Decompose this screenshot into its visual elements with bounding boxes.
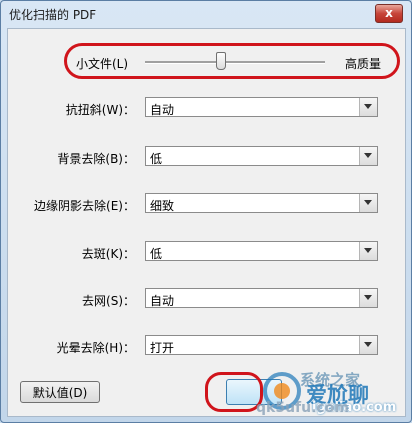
halo-removal-value: 打开 [150,341,175,355]
dropdown-arrow-icon[interactable] [359,147,377,165]
close-button[interactable]: x [375,4,403,23]
background-removal-select[interactable]: 低 [145,146,378,166]
halo-removal-row: 光晕去除(H)： 打开 [8,335,405,357]
background-removal-value: 低 [150,152,163,166]
slider-label-high-quality: 高质量 [345,57,382,71]
halo-removal-select[interactable]: 打开 [145,335,378,355]
deskew-label: 抗扭斜(W)： [65,103,135,117]
title-bar[interactable]: 优化扫描的 PDF x [1,1,411,27]
descreen-select[interactable]: 自动 [145,288,378,308]
descreen-row: 去网(S)： 自动 [8,288,405,310]
edge-shadow-removal-select[interactable]: 细致 [145,193,378,213]
edge-shadow-removal-value: 细致 [150,199,175,213]
dropdown-arrow-icon[interactable] [359,98,377,116]
watermark-bottom-text: qk5ufu.com [256,400,349,416]
background-removal-label: 背景去除(B)： [57,152,135,166]
deskew-value: 自动 [150,103,175,117]
edge-shadow-removal-label: 边缘阴影去除(E)： [34,199,135,213]
dropdown-arrow-icon[interactable] [359,194,377,212]
dropdown-arrow-icon[interactable] [359,289,377,307]
watermark-top-text: 系统之家 [300,371,361,389]
slider-label-small-file: 小文件(L) [76,57,129,71]
dialog-title: 优化扫描的 PDF [9,8,97,22]
dialog-window: 优化扫描的 PDF x 小文件(L) 高质量 抗扭斜(W)： 自动 背景去除(B… [0,0,412,423]
background-removal-row: 背景去除(B)： 低 [8,146,405,168]
quality-slider-row: 小文件(L) 高质量 [8,47,405,77]
despeckle-row: 去斑(K)： 低 [8,241,405,263]
defaults-button[interactable]: 默认值(D) [20,381,100,403]
despeckle-label: 去斑(K)： [81,247,135,261]
dropdown-arrow-icon[interactable] [359,336,377,354]
despeckle-select[interactable]: 低 [145,241,378,261]
despeckle-value: 低 [150,247,163,261]
halo-removal-label: 光晕去除(H)： [56,341,135,355]
dialog-body: 小文件(L) 高质量 抗扭斜(W)： 自动 背景去除(B)： 低 边缘阴影去除(… [7,28,406,417]
edge-shadow-removal-row: 边缘阴影去除(E)： 细致 [8,193,405,215]
descreen-label: 去网(S)： [82,294,135,308]
deskew-select[interactable]: 自动 [145,97,378,117]
dropdown-arrow-icon[interactable] [359,242,377,260]
descreen-value: 自动 [150,294,175,308]
close-icon: x [385,6,393,20]
quality-slider-thumb[interactable] [215,52,226,70]
quality-slider-track[interactable] [145,61,325,64]
deskew-row: 抗扭斜(W)： 自动 [8,97,405,119]
